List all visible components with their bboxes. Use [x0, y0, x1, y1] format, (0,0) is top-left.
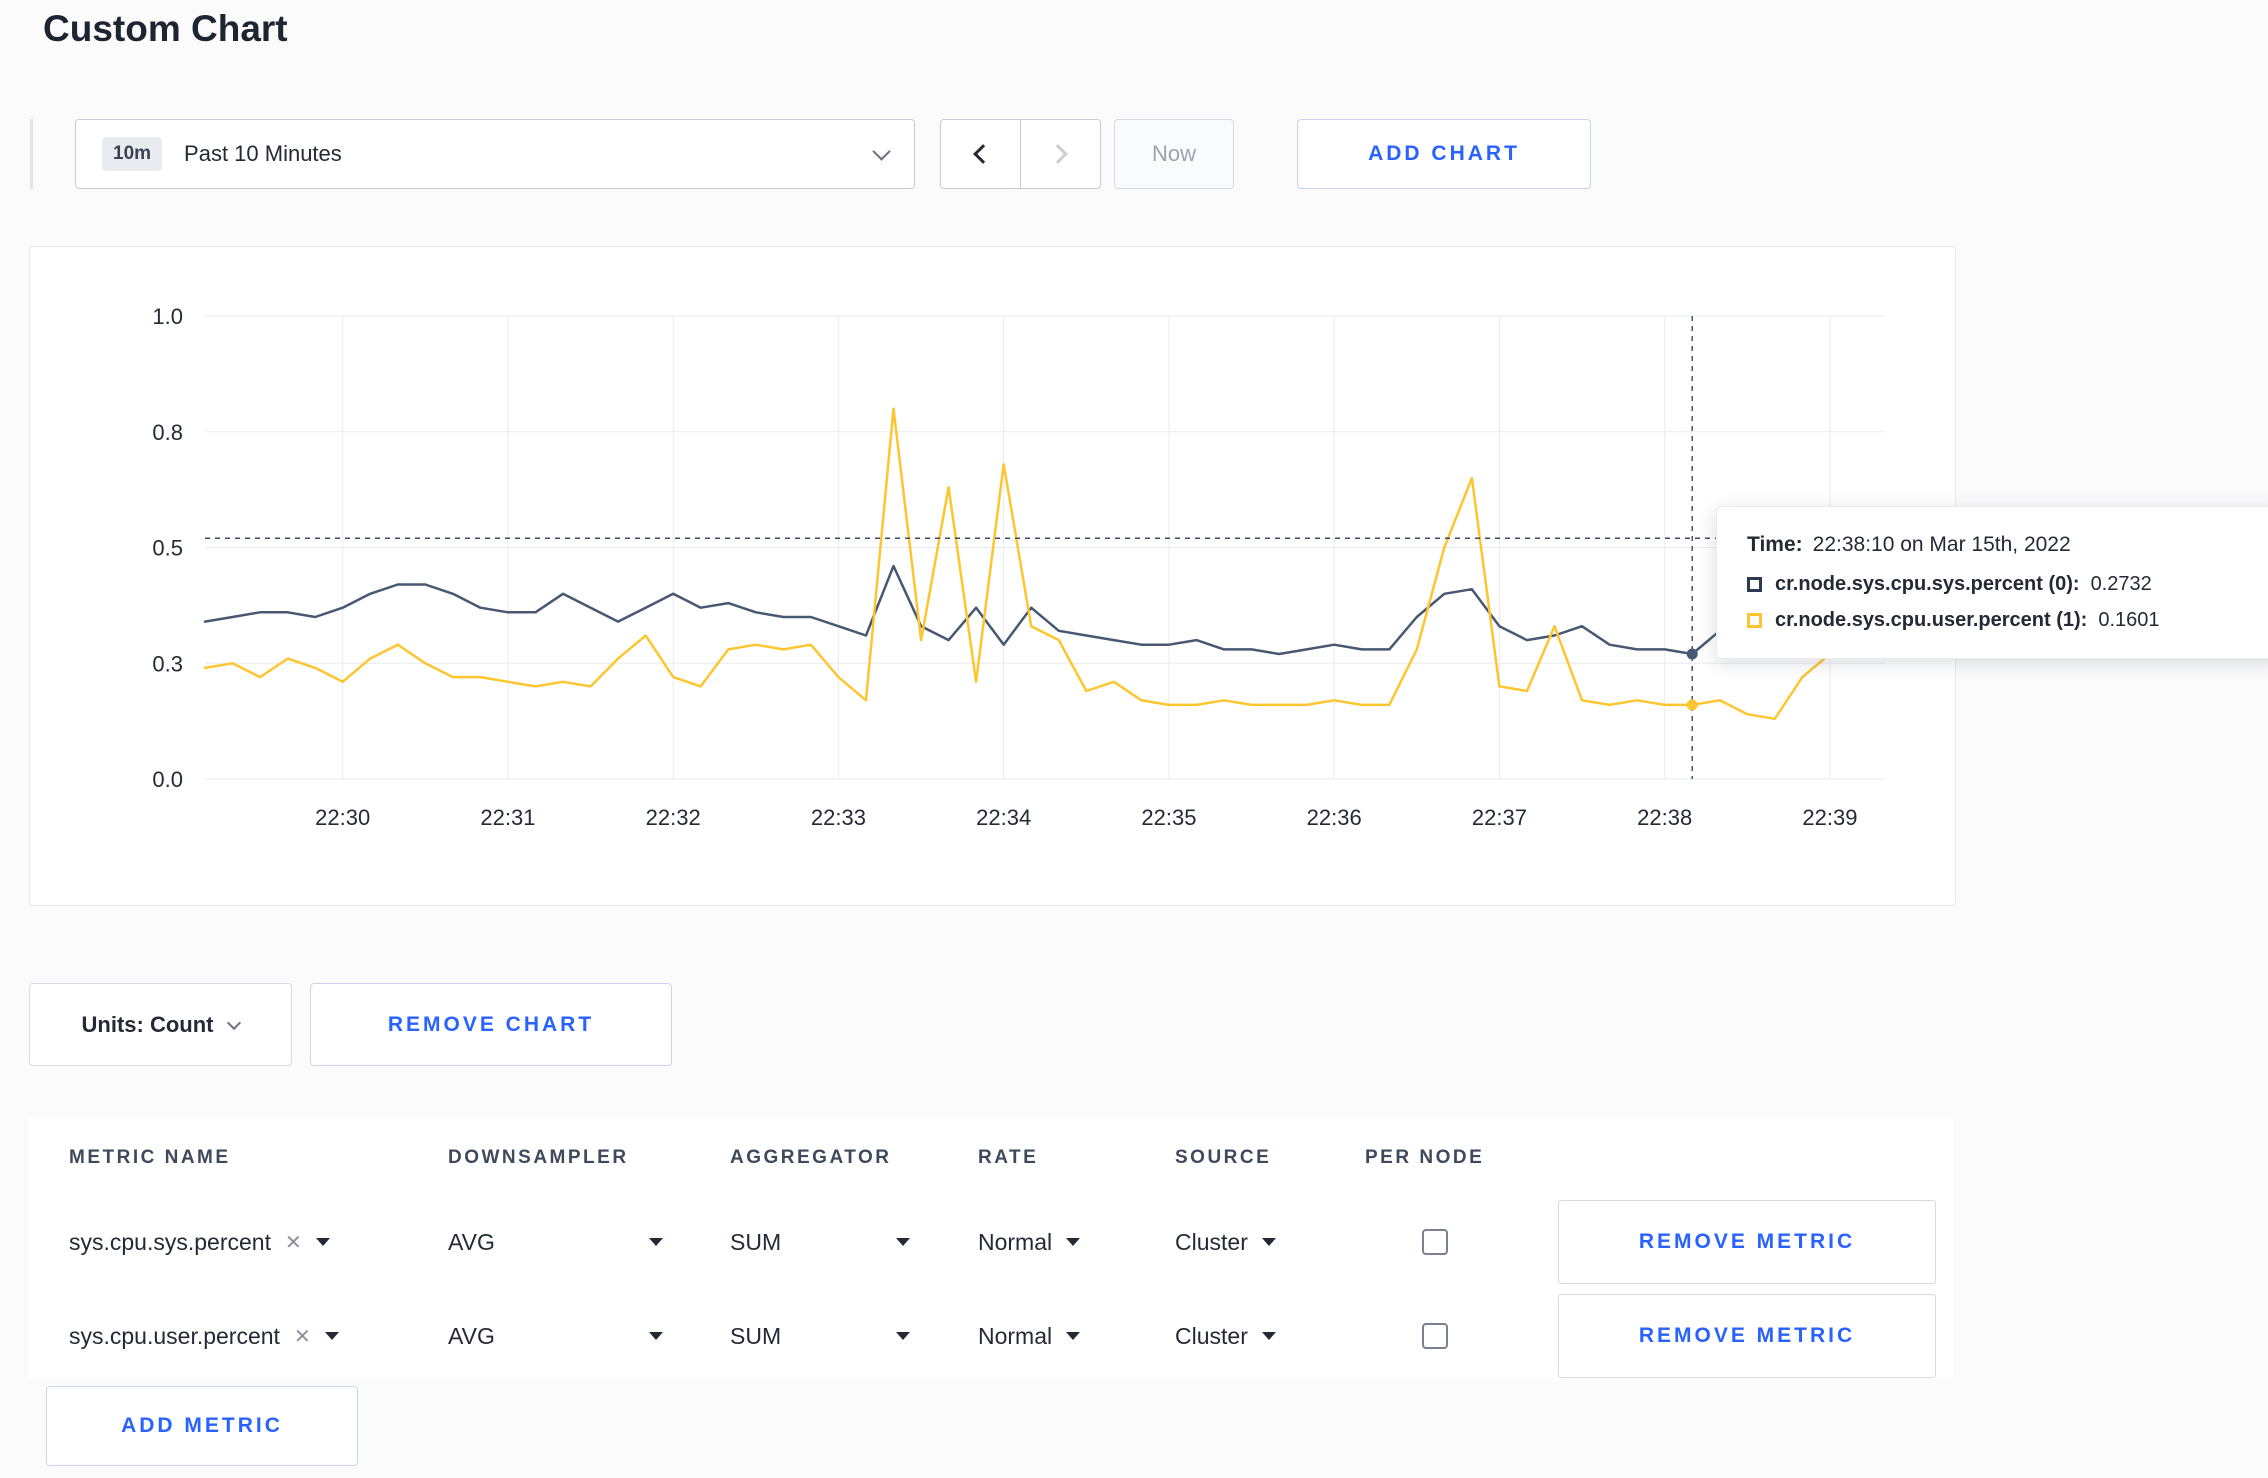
rate-value: Normal — [978, 1228, 1053, 1255]
caret-down-icon — [896, 1332, 910, 1340]
remove-metric-button[interactable]: REMOVE METRIC — [1558, 1200, 1936, 1284]
next-time-button[interactable] — [1021, 120, 1100, 188]
time-range-label: Past 10 Minutes — [184, 141, 342, 166]
prev-time-button[interactable] — [941, 120, 1021, 188]
time-range-badge: 10m — [102, 137, 163, 171]
x-axis-label: 22:35 — [1141, 805, 1196, 830]
caret-down-icon — [324, 1332, 339, 1340]
remove-chart-button[interactable]: REMOVE CHART — [310, 983, 672, 1066]
tooltip-series-row: cr.node.sys.cpu.user.percent (1): 0.1601 — [1747, 609, 2251, 632]
x-axis-label: 22:31 — [480, 805, 535, 830]
source-select[interactable]: Cluster — [1175, 1200, 1276, 1284]
x-axis-label: 22:33 — [811, 805, 866, 830]
aggregator-value: SUM — [730, 1228, 782, 1255]
caret-down-icon — [649, 1332, 663, 1340]
time-pager — [940, 119, 1101, 189]
x-axis-label: 22:36 — [1307, 805, 1362, 830]
source-value: Cluster — [1175, 1228, 1248, 1255]
x-axis-label: 22:32 — [646, 805, 701, 830]
column-header-aggregator: AGGREGATOR — [730, 1147, 892, 1168]
downsampler-value: AVG — [448, 1322, 495, 1349]
per-node-cell — [1422, 1294, 1448, 1378]
metrics-line-chart[interactable]: 0.0 0.3 0.5 0.8 1.0 22:30 22:31 22:32 22:33 22:34… — [30, 247, 1955, 903]
caret-down-icon — [1261, 1238, 1276, 1246]
x-axis-label: 22:38 — [1637, 805, 1692, 830]
x-axis-label: 22:39 — [1802, 805, 1857, 830]
tooltip-series-value: 0.2732 — [2090, 573, 2152, 595]
tooltip-series-label: cr.node.sys.cpu.user.percent (1): — [1775, 609, 2088, 631]
rate-select[interactable]: Normal — [978, 1200, 1081, 1284]
y-axis-label: 0.5 — [152, 536, 183, 561]
chevron-left-icon — [973, 144, 993, 164]
series-line — [203, 407, 1832, 721]
metric-name-select[interactable]: sys.cpu.sys.percent ✕ — [69, 1200, 330, 1284]
tooltip-time-value: 22:38:10 on Mar 15th, 2022 — [1812, 533, 2071, 556]
caret-down-icon — [649, 1238, 663, 1246]
aggregator-select[interactable]: SUM — [730, 1200, 910, 1284]
units-dropdown[interactable]: Units: Count — [29, 983, 292, 1066]
downsampler-select[interactable]: AVG — [448, 1200, 663, 1284]
chevron-right-icon — [1048, 144, 1068, 164]
metric-name-value: sys.cpu.user.percent — [69, 1322, 280, 1349]
units-label: Units: Count — [81, 1011, 214, 1037]
series-sys-swatch-icon — [1747, 577, 1762, 592]
tooltip-time-label: Time: — [1747, 533, 1803, 556]
now-button[interactable]: Now — [1114, 119, 1234, 189]
caret-down-icon — [1066, 1332, 1081, 1340]
clear-metric-icon[interactable]: ✕ — [294, 1324, 311, 1349]
tooltip-series-label: cr.node.sys.cpu.sys.percent (0): — [1775, 573, 2080, 595]
time-range-dropdown[interactable]: 10m Past 10 Minutes — [75, 119, 915, 189]
caret-down-icon — [1261, 1332, 1276, 1340]
caret-down-icon — [1066, 1238, 1081, 1246]
x-axis-label: 22:37 — [1472, 805, 1527, 830]
x-axis-label: 22:34 — [976, 805, 1031, 830]
page-title: Custom Chart — [43, 8, 288, 49]
downsampler-select[interactable]: AVG — [448, 1294, 663, 1378]
column-header-metric-name: METRIC NAME — [69, 1147, 231, 1168]
chevron-down-icon — [872, 141, 891, 161]
aggregator-select[interactable]: SUM — [730, 1294, 910, 1378]
rate-select[interactable]: Normal — [978, 1294, 1081, 1378]
y-axis-label: 0.0 — [152, 767, 183, 792]
toolbar-divider — [30, 119, 33, 189]
tooltip-time: Time: 22:38:10 on Mar 15th, 2022 — [1747, 533, 2251, 557]
hover-marker — [1686, 648, 1698, 660]
per-node-checkbox[interactable] — [1422, 1229, 1448, 1255]
custom-chart-page: Custom Chart 10m Past 10 Minutes Now ADD… — [0, 0, 2268, 1478]
column-header-per-node: PER NODE — [1365, 1147, 1485, 1168]
per-node-cell — [1422, 1200, 1448, 1284]
hover-marker — [1686, 699, 1698, 711]
metric-name-select[interactable]: sys.cpu.user.percent ✕ — [69, 1294, 339, 1378]
x-axis-label: 22:30 — [315, 805, 370, 830]
remove-metric-button[interactable]: REMOVE METRIC — [1558, 1294, 1936, 1378]
add-metric-button[interactable]: ADD METRIC — [46, 1386, 358, 1466]
column-header-source: SOURCE — [1175, 1147, 1272, 1168]
table-row: sys.cpu.user.percent ✕ AVG SUM Normal Cl… — [29, 1294, 1953, 1378]
source-value: Cluster — [1175, 1322, 1248, 1349]
column-header-downsampler: DOWNSAMPLER — [448, 1147, 629, 1168]
clear-metric-icon[interactable]: ✕ — [285, 1230, 302, 1255]
column-header-rate: RATE — [978, 1147, 1039, 1168]
aggregator-value: SUM — [730, 1322, 782, 1349]
tooltip-series-row: cr.node.sys.cpu.sys.percent (0): 0.2732 — [1747, 573, 2251, 596]
add-chart-button[interactable]: ADD CHART — [1297, 119, 1591, 189]
caret-down-icon — [896, 1238, 910, 1246]
series-user-swatch-icon — [1747, 613, 1762, 628]
tooltip-series-value: 0.1601 — [2098, 609, 2160, 631]
y-axis-label: 0.8 — [152, 420, 183, 445]
chevron-down-icon — [227, 1015, 242, 1030]
rate-value: Normal — [978, 1322, 1053, 1349]
source-select[interactable]: Cluster — [1175, 1294, 1276, 1378]
metrics-table: METRIC NAME DOWNSAMPLER AGGREGATOR RATE … — [29, 1117, 1953, 1379]
downsampler-value: AVG — [448, 1228, 495, 1255]
chart-card: 0.0 0.3 0.5 0.8 1.0 22:30 22:31 22:32 22:33 22:34… — [29, 246, 1956, 906]
table-row: sys.cpu.sys.percent ✕ AVG SUM Normal Clu… — [29, 1200, 1953, 1284]
caret-down-icon — [315, 1238, 330, 1246]
series-line — [203, 564, 1832, 656]
per-node-checkbox[interactable] — [1422, 1323, 1448, 1349]
y-axis-label: 1.0 — [152, 304, 183, 329]
chart-tooltip: Time: 22:38:10 on Mar 15th, 2022 cr.node.… — [1716, 506, 2268, 659]
y-axis-label: 0.3 — [152, 651, 183, 676]
metric-name-value: sys.cpu.sys.percent — [69, 1228, 271, 1255]
